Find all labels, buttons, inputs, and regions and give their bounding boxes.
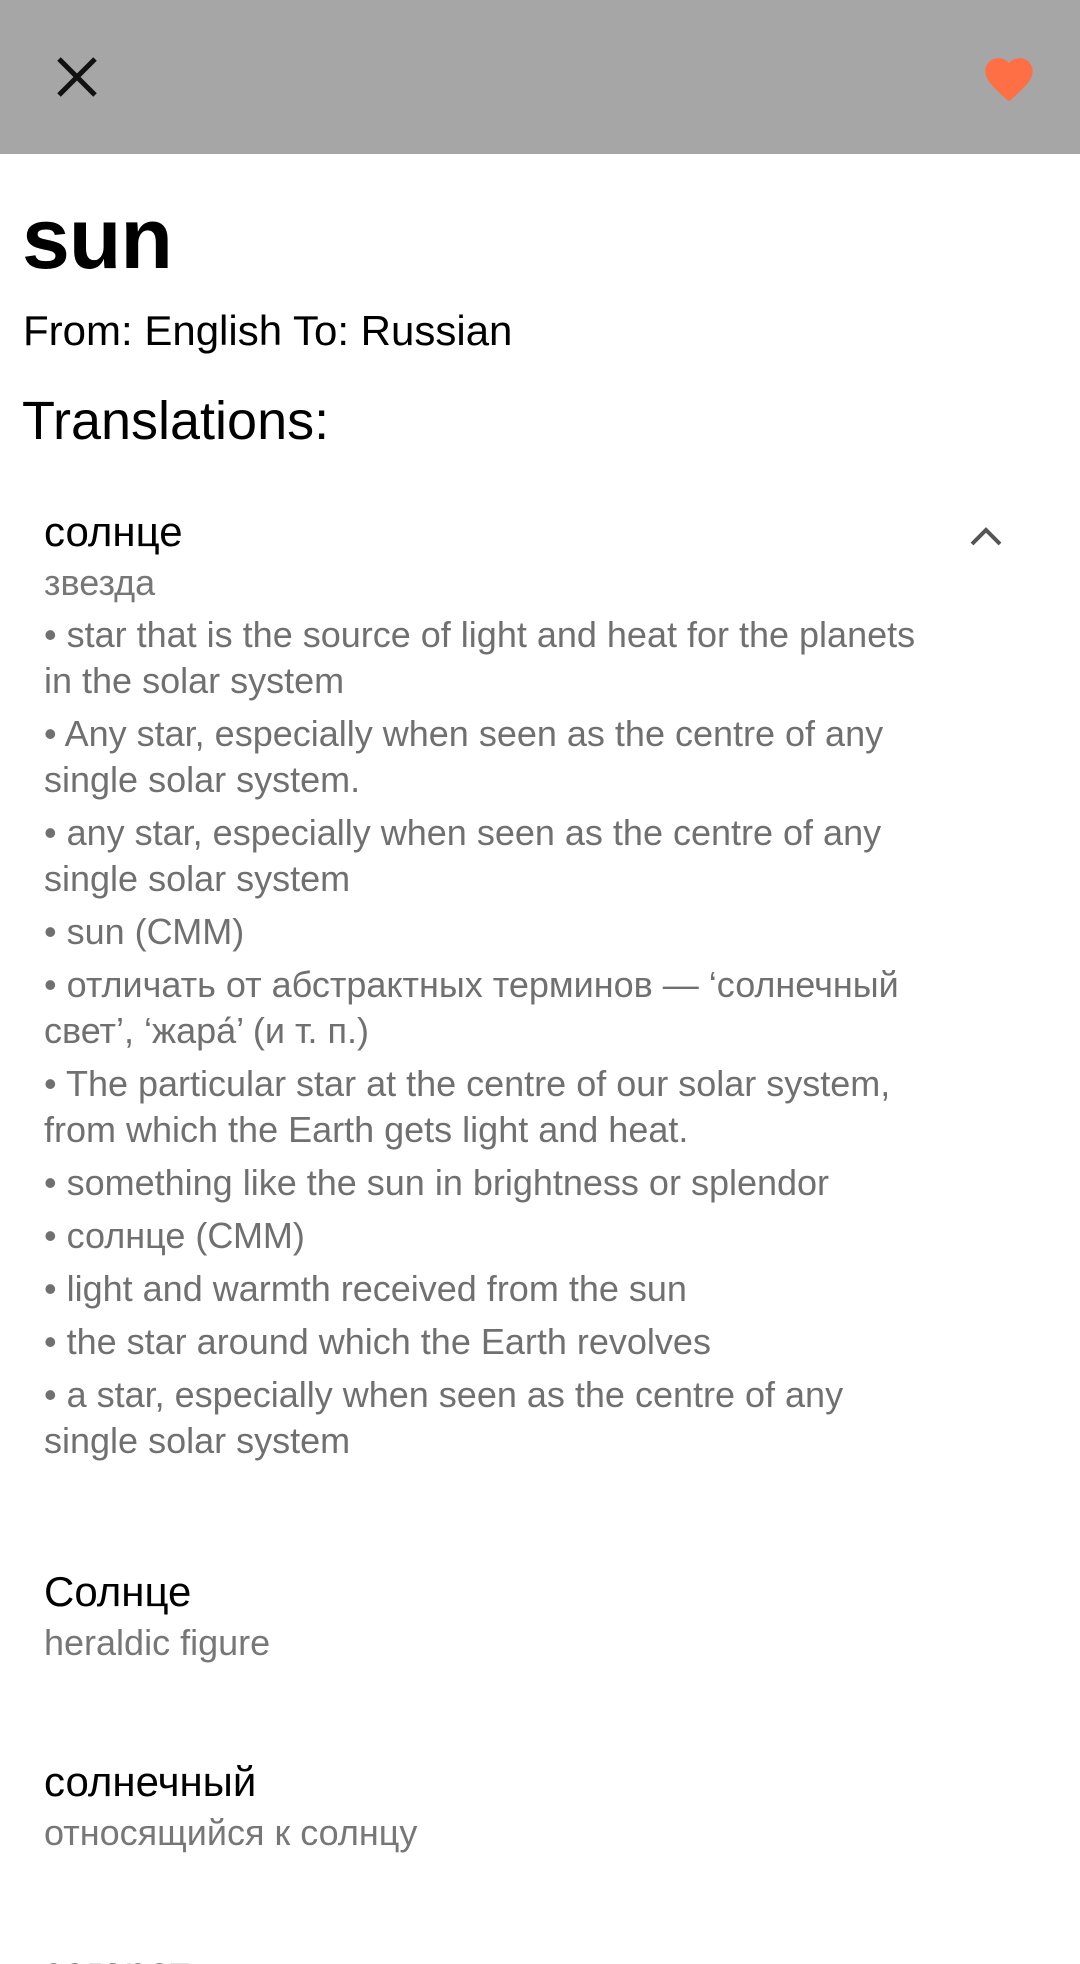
definition-item: • star that is the source of light and h… — [44, 614, 916, 701]
language-pair: From: English To: Russian — [23, 307, 513, 354]
translation-item[interactable]: загорать — [44, 1946, 1044, 1964]
definition-item: • The particular star at the centre of o… — [44, 1063, 891, 1150]
translation-item[interactable]: солнечный относящийся к солнцу — [44, 1756, 1044, 1946]
source-word: sun — [22, 191, 173, 287]
translation-detail-screen: sun From: English To: Russian Translatio… — [0, 0, 1080, 1964]
definition-item: • the star around which the Earth revolv… — [44, 1321, 711, 1362]
translation-word: солнце — [44, 508, 183, 555]
close-icon — [57, 57, 97, 97]
definition-item: • something like the sun in brightness o… — [44, 1162, 830, 1203]
translation-subtitle: звезда — [44, 562, 156, 603]
chevron-up-icon[interactable] — [964, 514, 1008, 558]
definition-item: • sun (СММ) — [44, 911, 245, 952]
translation-item[interactable]: Солнце heraldic figure — [44, 1566, 1044, 1756]
definition-item: • Any star, especially when seen as the … — [44, 713, 884, 800]
translation-subtitle: heraldic figure — [44, 1622, 271, 1663]
definition-item: • any star, especially when seen as the … — [44, 812, 882, 899]
close-button[interactable] — [46, 46, 108, 108]
definition-item: • light and warmth received from the sun — [44, 1268, 687, 1309]
definition-item: • a star, especially when seen as the ce… — [44, 1374, 844, 1461]
translations-heading: Translations: — [22, 391, 330, 451]
heart-icon — [985, 58, 1033, 102]
translation-word: солнечный — [44, 1758, 257, 1805]
top-app-bar — [0, 0, 1080, 154]
definition-item: • отличать от абстрактных терминов — ‘со… — [44, 964, 899, 1051]
definition-item: • солнце (СММ) — [44, 1215, 305, 1256]
translation-subtitle: относящийся к солнцу — [44, 1812, 418, 1853]
definitions-list: • star that is the source of light and h… — [44, 612, 924, 1464]
favorite-button[interactable] — [978, 46, 1040, 108]
translation-word: Солнце — [44, 1568, 192, 1615]
translation-item[interactable]: солнце звезда • star that is the source … — [44, 506, 1044, 1566]
translation-word: загорать — [44, 1946, 1044, 1964]
translations-list: солнце звезда • star that is the source … — [44, 506, 1044, 1964]
